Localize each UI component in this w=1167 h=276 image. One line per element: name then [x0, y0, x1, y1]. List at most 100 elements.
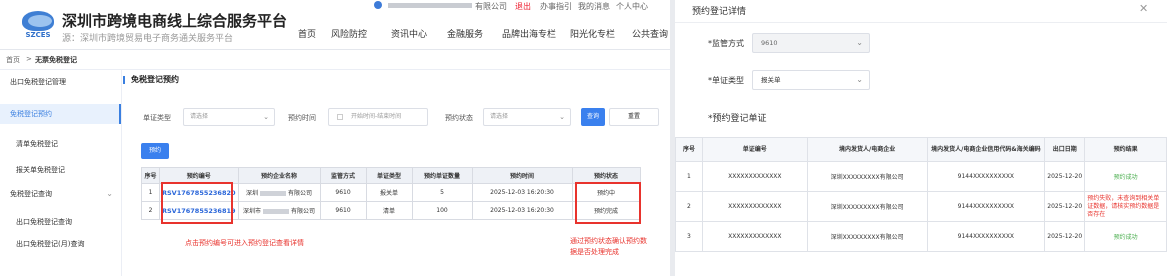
nav-home[interactable]: 首页 — [298, 27, 316, 40]
reserve-button[interactable]: 预约 — [141, 143, 169, 159]
export-date: 2025-12-20 — [1044, 161, 1086, 192]
doc-type: 清单 — [365, 201, 413, 220]
chevron-down-icon: ⌄ — [106, 189, 113, 198]
doc-count: 100 — [411, 201, 473, 220]
row-number: 2 — [675, 191, 703, 222]
messages-link[interactable]: 我的消息 — [578, 1, 610, 12]
chevron-down-icon: ⌄ — [856, 75, 863, 84]
reserve-time-range-input[interactable]: 开始时间-结束时间 — [328, 108, 428, 126]
sidebar-item-list-registration[interactable]: 清单免税登记 — [0, 134, 121, 154]
logout-link[interactable]: 退出 — [515, 1, 531, 12]
sidebar-item-reservation[interactable]: 免税登记预约 — [0, 104, 121, 124]
reserve-status-select[interactable]: 请选择 ⌄ — [483, 108, 571, 126]
table-header-cell: 预约结果 — [1084, 137, 1167, 162]
screen: SZCES 深圳市跨境电商线上综合服务平台 源：深圳市跨境贸易电子商务通关服务平… — [0, 0, 1167, 276]
table-row: 3 XXXXXXXXXXXXX 深圳XXXXXXXXX有限公司 9144XXXX… — [675, 221, 1167, 252]
reserve-status-label: 预约状态 — [445, 114, 473, 122]
breadcrumb-separator: > — [26, 55, 32, 63]
row-number: 2 — [141, 201, 160, 220]
logo-text: SZCES — [25, 31, 51, 39]
site-title: 深圳市跨境电商线上综合服务平台 — [62, 12, 288, 30]
sidebar: 出口免税登记管理 免税登记预约 清单免税登记 报关单免税登记 免税登记查询 ⌄ … — [0, 70, 122, 276]
shipper-name: 深圳XXXXXXXXX有限公司 — [806, 161, 928, 192]
company-name-cell: 深圳市 有限公司 — [237, 201, 321, 220]
doc-number: XXXXXXXXXXXXX — [701, 221, 808, 252]
nav-finance[interactable]: 金融服务 — [447, 27, 483, 40]
doc-number: XXXXXXXXXXXXX — [701, 161, 808, 192]
company-name-prefix: 深圳市 — [242, 208, 261, 215]
masked-company-name — [263, 209, 289, 214]
doc-number: XXXXXXXXXXXXX — [701, 191, 808, 222]
sidebar-group-query[interactable]: 免税登记查询 ⌄ — [0, 184, 121, 204]
company-name-cell: 深圳 有限公司 — [237, 183, 321, 202]
site-subtitle: 源：深圳市跨境贸易电子商务通关服务平台 — [62, 34, 234, 44]
company-suffix: 有限公司 — [475, 2, 507, 11]
doc-type-select[interactable]: 请选择 ⌄ — [183, 108, 275, 126]
table-header-cell: 序号 — [675, 137, 703, 162]
supervision-method-label: *监管方式 — [708, 39, 744, 48]
reserve-time: 2025-12-03 16:20:30 — [471, 201, 573, 220]
close-icon[interactable]: ✕ — [1139, 2, 1148, 15]
reserve-time: 2025-12-03 16:20:30 — [471, 183, 573, 202]
doc-type-select-value: 请选择 — [190, 113, 209, 120]
table-header-cell: 预约企业名称 — [237, 167, 321, 184]
table-header-cell: 预约时间 — [471, 167, 573, 184]
nav-news[interactable]: 资讯中心 — [391, 27, 427, 40]
table-header-cell: 预约单证数量 — [411, 167, 473, 184]
reset-button[interactable]: 重置 — [609, 108, 659, 126]
company-name-suffix: 有限 — [288, 190, 301, 197]
table-header-cell: 单证类型 — [365, 167, 413, 184]
dialog-divider — [675, 22, 1167, 23]
company-name-tail: 公司 — [303, 208, 316, 215]
annotation-status-line1: 通过预约状态确认预约数 — [570, 237, 647, 245]
annotation-click-id: 点击预约编号可进入预约登记查看详情 — [185, 239, 304, 247]
masked-company-name — [260, 191, 286, 196]
breadcrumb-home[interactable]: 首页 — [6, 55, 20, 65]
nav-risk-control[interactable]: 风险防控 — [331, 27, 367, 40]
highlight-box-reservation-ids — [161, 182, 233, 224]
dialog-doc-type-value: 报关单 — [761, 76, 781, 84]
masked-company-name — [388, 3, 472, 8]
guide-link[interactable]: 办事指引 — [540, 1, 572, 12]
row-number: 1 — [141, 183, 160, 202]
table-header-cell: 监管方式 — [319, 167, 367, 184]
sidebar-item-export-query[interactable]: 出口免税登记查询 — [0, 212, 121, 232]
dialog-doc-type-label: *单证类型 — [708, 76, 744, 85]
company-name-prefix: 深圳 — [245, 190, 258, 197]
main-application: SZCES 深圳市跨境电商线上综合服务平台 源：深圳市跨境贸易电子商务通关服务平… — [0, 0, 670, 276]
search-button[interactable]: 查询 — [581, 108, 605, 126]
table-row: 1 XXXXXXXXXXXXX 深圳XXXXXXXXX有限公司 9144XXXX… — [675, 161, 1167, 192]
table-header-row: 序号 单证编号 境内发货人/电商企业 境内发货人/电商企业信用代码&海关编码 出… — [675, 137, 1167, 162]
nav-public-query[interactable]: 公共查询 — [632, 27, 668, 40]
credit-code: 9144XXXXXXXXXX — [926, 161, 1046, 192]
chevron-down-icon: ⌄ — [559, 113, 565, 121]
calendar-icon — [337, 114, 343, 120]
page-title: 免税登记预约 — [123, 76, 179, 84]
reservation-detail-dialog: 预约登记详情 ✕ *监管方式 9610 ⌄ *单证类型 报关单 ⌄ *预约登记单… — [675, 0, 1167, 276]
table-header-cell: 境内发货人/电商企业 — [806, 137, 928, 162]
chevron-down-icon: ⌄ — [856, 38, 863, 47]
sidebar-item-declaration-registration[interactable]: 报关单免税登记 — [0, 160, 121, 180]
sidebar-item-export-monthly-query[interactable]: 出口免税登记(月)查询 — [0, 234, 121, 254]
nav-brand-overseas[interactable]: 品牌出海专栏 — [502, 27, 556, 40]
sidebar-group-export-tax-free[interactable]: 出口免税登记管理 — [0, 72, 121, 92]
personal-center-link[interactable]: 个人中心 — [616, 1, 648, 12]
main-content: 免税登记预约 单证类型 请选择 ⌄ 预约时间 开始时间-结束时间 预约状态 请选… — [123, 70, 670, 276]
reserved-docs-table: 序号 单证编号 境内发货人/电商企业 境内发货人/电商企业信用代码&海关编码 出… — [675, 137, 1167, 252]
reserve-result: 预约失败，未查询到相关单证数据，请核实预约数据是否存在 — [1084, 191, 1167, 222]
dialog-title: 预约登记详情 — [692, 7, 747, 17]
nav-sunshine[interactable]: 阳光化专栏 — [570, 27, 615, 40]
reserve-status-select-value: 请选择 — [490, 113, 509, 120]
dialog-doc-type-select[interactable]: 报关单 ⌄ — [752, 70, 870, 90]
credit-code: 9144XXXXXXXXXX — [926, 221, 1046, 252]
highlight-box-status — [575, 182, 641, 224]
supervision-method-select[interactable]: 9610 ⌄ — [752, 33, 870, 53]
table-header-cell: 单证编号 — [701, 137, 808, 162]
breadcrumb: 首页 > 无票免税登记 — [0, 50, 670, 70]
table-header-cell: 出口日期 — [1044, 137, 1086, 162]
company-name-suffix: 有限 — [291, 208, 304, 215]
table-header-cell: 境内发货人/电商企业信用代码&海关编码 — [926, 137, 1046, 162]
site-logo[interactable]: SZCES — [20, 9, 56, 43]
user-icon — [374, 1, 382, 9]
doc-type-label: 单证类型 — [143, 114, 171, 122]
